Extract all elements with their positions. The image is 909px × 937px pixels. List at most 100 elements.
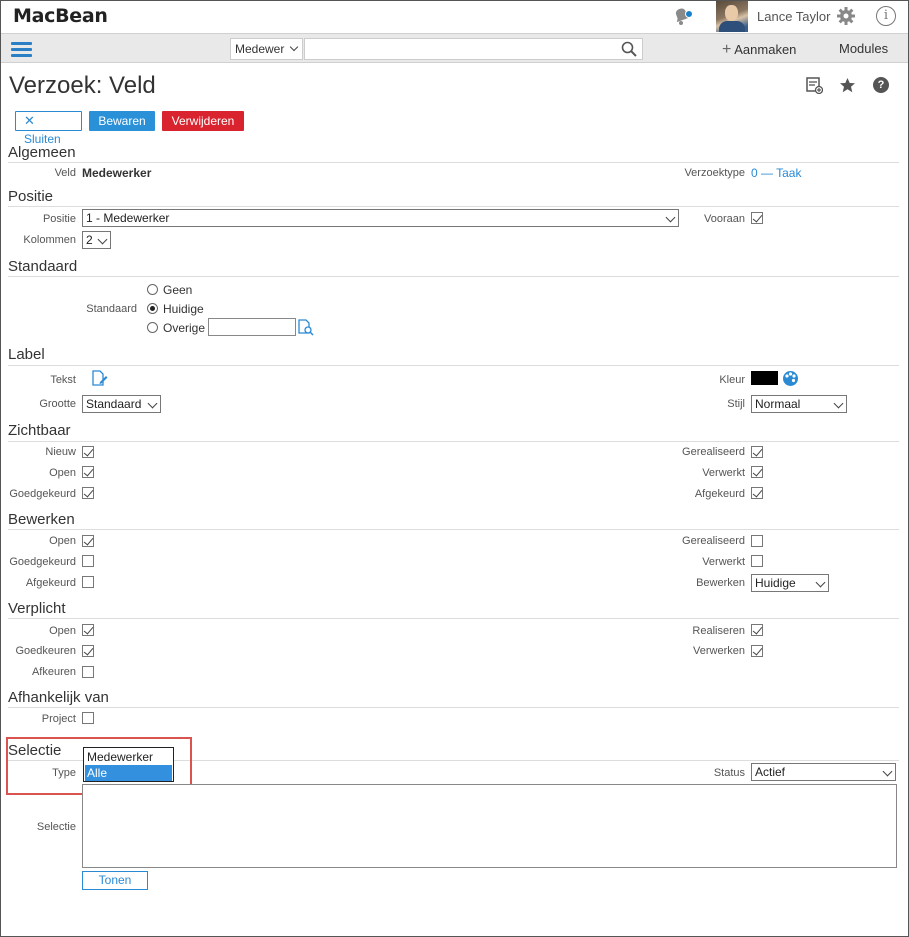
positie-select[interactable]: 1 - Medewerker <box>82 209 679 227</box>
bewerken-mode-select[interactable]: Huidige <box>751 574 829 592</box>
grootte-value: Standaard <box>86 397 142 411</box>
section-label-title: Label <box>8 346 45 363</box>
search-scope-select[interactable]: Medewer <box>230 38 303 60</box>
verplicht-afkeuren-checkbox[interactable] <box>82 666 94 678</box>
verplicht-afkeuren-label: Afkeuren <box>31 666 76 678</box>
kolommen-value: 2 <box>86 233 93 247</box>
status-label: Status <box>713 767 745 779</box>
section-algemeen-title: Algemeen <box>8 144 76 161</box>
search-icon[interactable] <box>621 41 637 57</box>
verzoektype-link[interactable]: 0 — Taak <box>751 166 801 180</box>
bewerken-gerealiseerd-checkbox[interactable] <box>751 535 763 547</box>
overige-input[interactable] <box>208 318 296 336</box>
palette-icon[interactable] <box>782 370 799 387</box>
section-afhankelijk-title: Afhankelijk van <box>8 689 109 706</box>
kolommen-select[interactable]: 2 <box>82 231 111 249</box>
selectie-textarea[interactable] <box>82 784 897 868</box>
bewerken-afgekeurd-checkbox[interactable] <box>82 576 94 588</box>
zichtbaar-verwerkt-checkbox[interactable] <box>751 466 763 478</box>
selectie-label: Selectie <box>36 821 76 833</box>
bewerken-gerealiseerd-label: Gerealiseerd <box>682 535 745 547</box>
bewerken-mode-label: Bewerken <box>696 577 745 589</box>
bewerken-verwerkt-checkbox[interactable] <box>751 555 763 567</box>
search-input[interactable] <box>304 38 643 60</box>
notification-dot-icon <box>685 10 693 18</box>
bewerken-open-checkbox[interactable] <box>82 535 94 547</box>
gear-icon[interactable] <box>836 6 856 26</box>
radio-geen-label: Geen <box>163 283 193 297</box>
color-swatch[interactable] <box>751 371 778 385</box>
plus-icon: + <box>722 41 732 58</box>
verplicht-realiseren-label: Realiseren <box>692 625 745 637</box>
zichtbaar-goedgekeurd-checkbox[interactable] <box>82 487 94 499</box>
show-button[interactable]: Tonen <box>82 871 148 890</box>
chevron-down-icon <box>815 577 826 588</box>
radio-geen[interactable] <box>147 284 158 295</box>
nav-bar: Medewer + Aanmaken Modules <box>1 33 908 63</box>
page-title: Verzoek: Veld <box>9 72 156 99</box>
divider <box>8 206 899 207</box>
zichtbaar-gerealiseerd-label: Gerealiseerd <box>682 446 745 458</box>
verplicht-verwerken-checkbox[interactable] <box>751 645 763 657</box>
stijl-value: Normaal <box>755 397 801 411</box>
bewerken-goedgekeurd-label: Goedgekeurd <box>9 556 76 568</box>
divider <box>8 441 899 442</box>
star-icon[interactable] <box>839 77 856 94</box>
zichtbaar-open-checkbox[interactable] <box>82 466 94 478</box>
help-icon[interactable]: ? <box>873 77 889 93</box>
divider <box>8 276 899 277</box>
zichtbaar-gerealiseerd-checkbox[interactable] <box>751 446 763 458</box>
verplicht-open-label: Open <box>49 625 76 637</box>
menu-hamburger-icon[interactable] <box>11 42 32 57</box>
radio-huidige[interactable] <box>147 303 158 314</box>
save-button[interactable]: Bewaren <box>89 111 155 131</box>
radio-overige-label: Overige <box>163 321 206 335</box>
verplicht-open-checkbox[interactable] <box>82 624 94 636</box>
section-positie-title: Positie <box>8 188 54 205</box>
grootte-label: Grootte <box>39 398 76 410</box>
grootte-select[interactable]: Standaard <box>82 395 161 413</box>
divider <box>8 707 899 708</box>
vooraan-checkbox[interactable] <box>751 212 763 224</box>
user-name[interactable]: Lance Taylor <box>757 9 830 24</box>
section-verplicht-title: Verplicht <box>8 600 66 617</box>
add-to-list-icon[interactable] <box>806 77 823 94</box>
stijl-select[interactable]: Normaal <box>751 395 847 413</box>
section-zichtbaar-title: Zichtbaar <box>8 422 71 439</box>
add-new-button[interactable]: + Aanmaken <box>722 41 796 59</box>
positie-value: 1 - Medewerker <box>86 211 170 225</box>
divider <box>8 618 899 619</box>
app-logo[interactable]: MacBean <box>13 5 108 27</box>
edit-text-icon[interactable] <box>91 370 108 387</box>
modules-button[interactable]: Modules <box>839 41 888 56</box>
lookup-icon[interactable] <box>297 319 314 336</box>
project-checkbox[interactable] <box>82 712 94 724</box>
radio-overige[interactable] <box>147 322 158 333</box>
add-new-label: Aanmaken <box>734 42 797 57</box>
verplicht-goedkeuren-label: Goedkeuren <box>15 645 76 657</box>
close-button[interactable]: ✕ Sluiten <box>15 111 82 146</box>
bewerken-goedgekeurd-checkbox[interactable] <box>82 555 94 567</box>
zichtbaar-goedgekeurd-label: Goedgekeurd <box>9 488 76 500</box>
standaard-label: Standaard <box>86 303 137 315</box>
close-icon: ✕ <box>24 113 35 128</box>
status-value: Actief <box>755 765 786 779</box>
avatar[interactable] <box>716 1 748 32</box>
divider <box>8 365 899 366</box>
chevron-down-icon <box>289 42 299 52</box>
status-select[interactable]: Actief <box>751 763 896 781</box>
bewerken-mode-value: Huidige <box>755 576 796 590</box>
project-label: Project <box>41 713 76 725</box>
stijl-label: Stijl <box>727 398 745 410</box>
bewerken-afgekeurd-label: Afgekeurd <box>25 577 76 589</box>
verzoektype-label: Verzoektype <box>684 167 745 179</box>
verplicht-goedkeuren-checkbox[interactable] <box>82 645 94 657</box>
delete-button[interactable]: Verwijderen <box>162 111 244 131</box>
zichtbaar-afgekeurd-checkbox[interactable] <box>751 487 763 499</box>
info-icon[interactable]: i <box>876 6 896 26</box>
zichtbaar-nieuw-checkbox[interactable] <box>82 446 94 458</box>
chevron-down-icon <box>147 398 158 409</box>
verplicht-realiseren-checkbox[interactable] <box>751 624 763 636</box>
vooraan-label: Vooraan <box>704 213 745 225</box>
radio-huidige-label: Huidige <box>163 302 204 316</box>
